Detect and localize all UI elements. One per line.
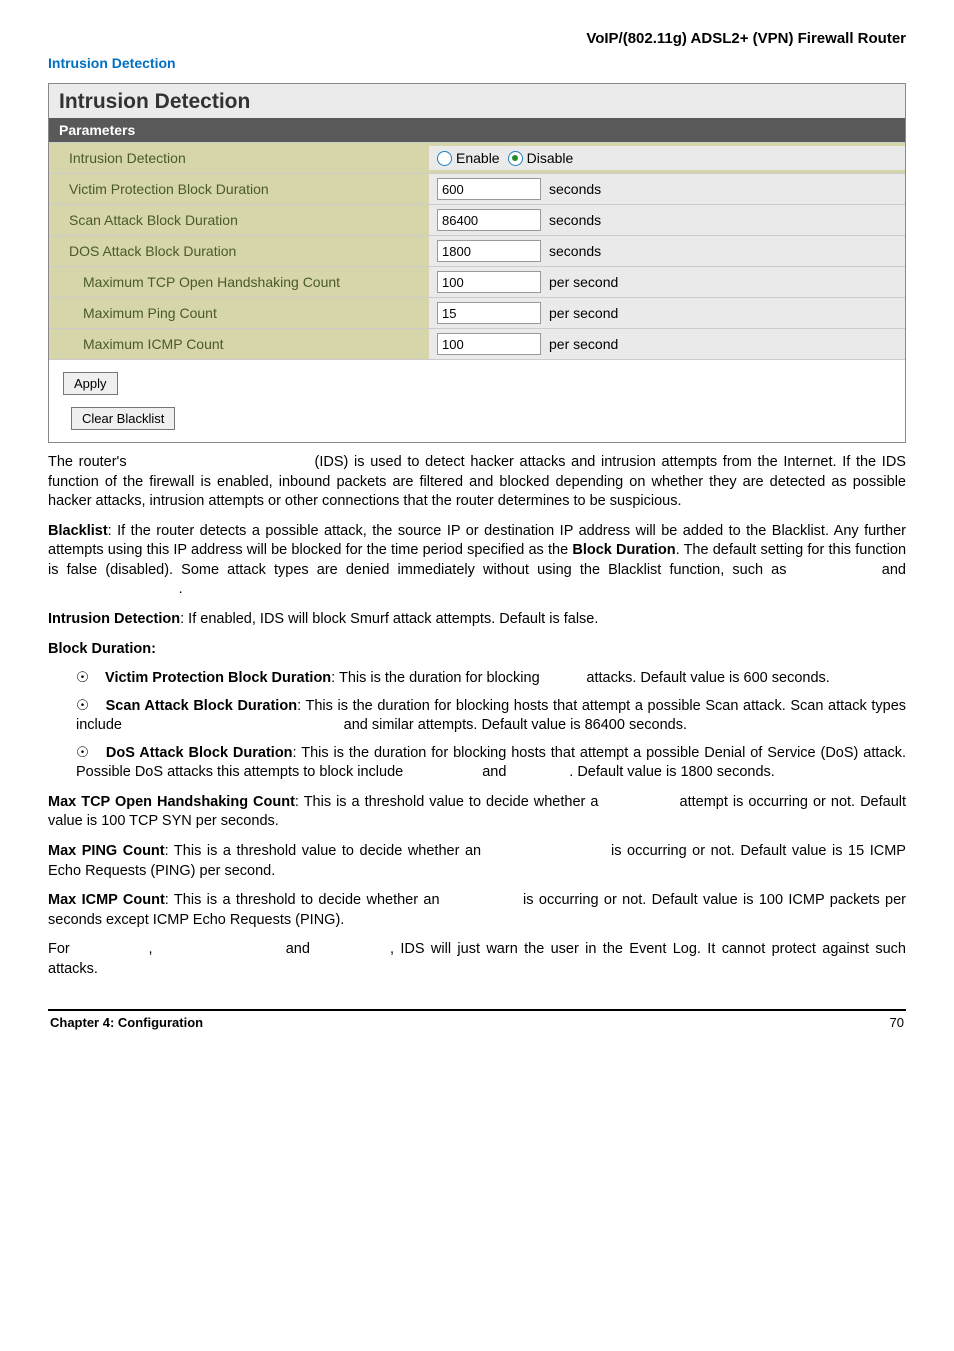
paragraph-ids-intro: The router's Intrusion Detection System …: [48, 453, 906, 512]
unit-ping: per second: [549, 305, 618, 321]
radio-enable-label: Enable: [456, 150, 500, 166]
bullet-icon: ☉: [76, 745, 89, 761]
unit-victim: seconds: [549, 181, 601, 197]
input-ping[interactable]: [437, 302, 541, 324]
bold-intrusion: Intrusion Detection: [48, 611, 180, 627]
panel-subtitle: Parameters: [49, 118, 905, 142]
radio-disable-label: Disable: [527, 150, 574, 166]
label-ping: Maximum Ping Count: [49, 300, 429, 326]
bold-block-duration: Block Duration: [572, 542, 675, 558]
label-dos: DOS Attack Block Duration: [49, 238, 429, 264]
bullet-victim: ☉ Victim Protection Block Duration: This…: [76, 669, 906, 689]
footer-chapter: Chapter 4: Configuration: [50, 1015, 203, 1030]
bullet-scan: ☉ Scan Attack Block Duration: This is th…: [76, 697, 906, 736]
body-text: The router's Intrusion Detection System …: [48, 453, 906, 979]
bold-max-ping: Max PING Count: [48, 843, 165, 859]
footer-page-number: 70: [890, 1015, 904, 1030]
paragraph-warn: For SYN Flood, ICMP Echo Storm and ICMP …: [48, 940, 906, 979]
text-span: .: [179, 581, 183, 597]
row-intrusion-detection: Intrusion Detection Enable Disable: [49, 142, 905, 173]
row-dos: DOS Attack Block Duration seconds: [49, 235, 905, 266]
row-tcp: Maximum TCP Open Handshaking Count per s…: [49, 266, 905, 297]
bold-max-icmp: Max ICMP Count: [48, 892, 165, 908]
text-span: and: [874, 562, 906, 578]
intrusion-detection-panel: Intrusion Detection Parameters Intrusion…: [48, 83, 906, 443]
bold-dos: DoS Attack Block Duration: [106, 745, 293, 761]
footer-divider: [48, 1009, 906, 1011]
row-scan: Scan Attack Block Duration seconds: [49, 204, 905, 235]
text-span: , IDS will just warn the user in the Eve…: [48, 941, 906, 977]
paragraph-block-duration-head: Block Duration:: [48, 640, 906, 660]
row-ping: Maximum Ping Count per second: [49, 297, 905, 328]
input-victim[interactable]: [437, 178, 541, 200]
paragraph-max-ping: Max PING Count: This is a threshold valu…: [48, 842, 906, 881]
panel-title: Intrusion Detection: [49, 84, 905, 118]
unit-icmp: per second: [549, 336, 618, 352]
label-tcp: Maximum TCP Open Handshaking Count: [49, 269, 429, 295]
label-victim: Victim Protection Block Duration: [49, 176, 429, 202]
apply-button[interactable]: Apply: [63, 372, 118, 395]
bullet-icon: ☉: [76, 670, 89, 686]
text-span: : This is the duration for blocking: [331, 670, 544, 686]
radio-on-icon: [508, 151, 523, 166]
bold-victim: Victim Protection Block Duration: [105, 670, 331, 686]
input-icmp[interactable]: [437, 333, 541, 355]
clear-blacklist-button[interactable]: Clear Blacklist: [71, 407, 175, 430]
bold-scan: Scan Attack Block Duration: [106, 698, 297, 714]
text-span: : This is a threshold value to decide wh…: [295, 794, 604, 810]
text-span: : If enabled, IDS will block Smurf attac…: [180, 611, 598, 627]
text-span: and: [478, 764, 510, 780]
bold-blacklist: Blacklist: [48, 523, 108, 539]
radio-disable[interactable]: Disable: [508, 150, 574, 166]
text-span: The router's: [48, 454, 132, 470]
radio-off-icon: [437, 151, 452, 166]
label-scan: Scan Attack Block Duration: [49, 207, 429, 233]
row-icmp: Maximum ICMP Count per second: [49, 328, 905, 359]
text-span: : This is a threshold value to decide wh…: [165, 843, 487, 859]
text-span: : This is a threshold to decide whether …: [165, 892, 445, 908]
label-intrusion-detection: Intrusion Detection: [49, 145, 429, 171]
document-header: VoIP/(802.11g) ADSL2+ (VPN) Firewall Rou…: [48, 30, 906, 47]
text-span: ,: [149, 941, 159, 957]
text-span: attacks. Default value is 600 seconds.: [582, 670, 829, 686]
input-scan[interactable]: [437, 209, 541, 231]
paragraph-max-tcp: Max TCP Open Handshaking Count: This is …: [48, 793, 906, 832]
label-icmp: Maximum ICMP Count: [49, 331, 429, 357]
bullet-dos: ☉ DoS Attack Block Duration: This is the…: [76, 744, 906, 783]
bullet-icon: ☉: [76, 698, 89, 714]
text-span: . Default value is 1800 seconds.: [569, 764, 775, 780]
bold-block-duration-head: Block Duration:: [48, 641, 156, 657]
input-dos[interactable]: [437, 240, 541, 262]
text-span: and: [279, 941, 316, 957]
unit-dos: seconds: [549, 243, 601, 259]
button-row-clear: Clear Blacklist: [49, 407, 905, 442]
paragraph-max-icmp: Max ICMP Count: This is a threshold to d…: [48, 891, 906, 930]
row-victim: Victim Protection Block Duration seconds: [49, 173, 905, 204]
footer: Chapter 4: Configuration 70: [48, 1015, 906, 1040]
input-tcp[interactable]: [437, 271, 541, 293]
text-span: For: [48, 941, 76, 957]
paragraph-intrusion-enable: Intrusion Detection: If enabled, IDS wil…: [48, 610, 906, 630]
text-span: (IDS) is used to detect hacker attacks a…: [48, 454, 906, 509]
bold-max-tcp: Max TCP Open Handshaking Count: [48, 794, 295, 810]
button-row-apply: Apply: [49, 359, 905, 407]
unit-tcp: per second: [549, 274, 618, 290]
unit-scan: seconds: [549, 212, 601, 228]
radio-enable[interactable]: Enable: [437, 150, 500, 166]
text-span: and similar attempts. Default value is 8…: [340, 717, 687, 733]
section-heading: Intrusion Detection: [48, 55, 906, 71]
paragraph-blacklist: Blacklist: If the router detects a possi…: [48, 522, 906, 600]
